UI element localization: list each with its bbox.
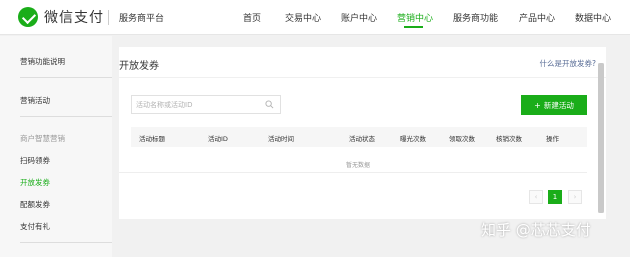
- nav-product-center[interactable]: 产品中心: [519, 11, 555, 24]
- column-header-exposures: 曝光次数: [400, 135, 426, 143]
- sidebar-item-open-coupon[interactable]: 开放发券: [20, 177, 50, 188]
- brand-logo[interactable]: 微信支付: [18, 7, 104, 27]
- table-empty-row: 暂无数据: [119, 147, 587, 173]
- new-activity-label: 新建活动: [543, 100, 574, 110]
- sidebar-divider: [20, 77, 112, 78]
- column-header-status: 活动状态: [349, 135, 375, 143]
- platform-name: 服务商平台: [119, 14, 165, 24]
- plus-icon: +: [534, 100, 541, 110]
- top-bar: 微信支付 服务商平台 首页 交易中心 账户中心 营销中心 服务商功能 产品中心 …: [0, 0, 630, 35]
- column-header-claims: 领取次数: [449, 135, 475, 143]
- nav-trade-center[interactable]: 交易中心: [285, 11, 321, 24]
- nav-data-center[interactable]: 数据中心: [575, 11, 611, 24]
- watermark: 知乎 @芯芯支付: [481, 221, 591, 239]
- nav-marketing-center[interactable]: 营销中心: [397, 11, 433, 24]
- search-box[interactable]: [131, 95, 281, 114]
- brand-divider: [108, 10, 109, 25]
- pagination-current-page[interactable]: 1: [548, 190, 562, 204]
- brand-name: 微信支付: [44, 10, 104, 26]
- column-header-redemptions: 核销次数: [496, 135, 522, 143]
- sidebar-divider: [20, 242, 112, 243]
- empty-state-text: 暂无数据: [346, 162, 371, 169]
- nav-home[interactable]: 首页: [243, 11, 261, 24]
- pagination-next-button[interactable]: ›: [568, 190, 582, 204]
- wechat-pay-icon: [18, 7, 38, 27]
- main-panel: 开放发券 什么是开放发券? + 新建活动 活动标题 活动ID 活动时间 活动状态…: [119, 47, 606, 219]
- sidebar-item-scan-coupon[interactable]: 扫码领券: [20, 155, 50, 166]
- title-divider: [119, 77, 606, 78]
- column-header-id: 活动ID: [208, 135, 228, 143]
- sidebar: 营销功能说明 营销活动 商户智慧营销 扫码领券 开放发券 配额发券 支付有礼: [0, 36, 112, 257]
- search-icon[interactable]: [265, 100, 274, 109]
- table-header: 活动标题 活动ID 活动时间 活动状态 曝光次数 领取次数 核销次数 操作: [131, 127, 587, 147]
- nav-provider-functions[interactable]: 服务商功能: [453, 11, 498, 24]
- sidebar-item-payment-gift[interactable]: 支付有礼: [20, 221, 50, 232]
- scrollbar-track[interactable]: [598, 63, 604, 213]
- sidebar-divider: [20, 116, 112, 117]
- nav-active-indicator: [404, 26, 423, 28]
- column-header-actions: 操作: [546, 135, 559, 143]
- search-input[interactable]: [136, 99, 261, 111]
- sidebar-item-quota-coupon[interactable]: 配额发券: [20, 199, 50, 210]
- new-activity-button[interactable]: + 新建活动: [521, 95, 587, 115]
- sidebar-item-marketing-guide[interactable]: 营销功能说明: [20, 56, 65, 67]
- column-header-title: 活动标题: [139, 135, 165, 143]
- sidebar-group-smart-marketing: 商户智慧营销: [20, 134, 65, 143]
- page-title: 开放发券: [119, 61, 159, 72]
- column-header-time: 活动时间: [268, 135, 294, 143]
- scrollbar-thumb[interactable]: [598, 63, 604, 213]
- help-link[interactable]: 什么是开放发券?: [540, 58, 596, 69]
- sidebar-item-marketing-activity[interactable]: 营销活动: [20, 95, 50, 106]
- nav-account-center[interactable]: 账户中心: [341, 11, 377, 24]
- pagination-prev-button[interactable]: ‹: [529, 190, 543, 204]
